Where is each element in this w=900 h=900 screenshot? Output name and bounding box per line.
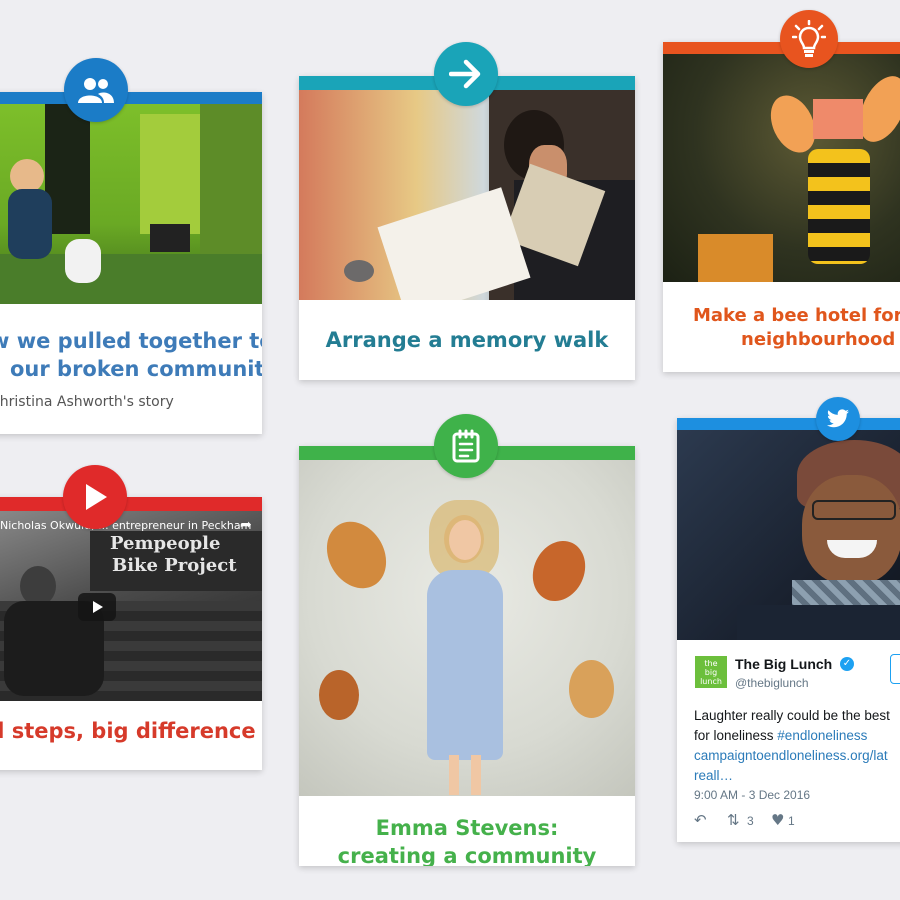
tweet-link-line2[interactable]: reall… — [694, 766, 900, 786]
card-title-line1[interactable]: Emma Stevens: — [299, 814, 635, 842]
tweet-body: Laughter really could be the best for lo… — [694, 706, 900, 786]
tweet-text-line2: for loneliness #endloneliness — [694, 726, 900, 746]
tweet-hashtag[interactable]: #endloneliness — [777, 728, 867, 743]
lightbulb-icon — [780, 10, 838, 68]
card-title-line2[interactable]: neighbourhood — [741, 326, 900, 354]
people-icon — [64, 58, 128, 122]
drawing-photo — [299, 90, 635, 300]
video-title[interactable]: Nicholas Okwulu, ... entrepreneur in Pec… — [0, 519, 251, 532]
card-byline: Christina Ashworth's story — [0, 394, 174, 410]
twitter-bird-icon — [816, 397, 860, 441]
like-count: 1 — [788, 814, 795, 828]
community-photo — [0, 104, 262, 304]
notepad-icon — [434, 414, 498, 478]
retweet-icon[interactable]: ⇅ — [727, 811, 740, 829]
idea-card-bee-hotel[interactable]: Make a bee hotel for y neighbourhood — [663, 42, 900, 372]
video-player[interactable]: Pempeople Bike Project Nicholas Okwulu, … — [0, 511, 262, 701]
tweet-handle[interactable]: @thebiglunch — [735, 676, 809, 690]
follow-button[interactable] — [890, 654, 900, 684]
video-card[interactable]: Pempeople Bike Project Nicholas Okwulu, … — [0, 497, 262, 770]
guitars-photo — [299, 460, 635, 796]
card-title-line2[interactable]: our broken community — [10, 355, 262, 383]
idea-card-memory-walk[interactable]: Arrange a memory walk — [299, 76, 635, 380]
video-sign-line1: Pempeople — [110, 533, 221, 554]
story-card-emma[interactable]: Emma Stevens: creating a community — [299, 446, 635, 866]
bee-photo — [663, 54, 900, 282]
verified-badge-icon: ✓ — [840, 657, 854, 671]
card-title-line2[interactable]: creating a community — [299, 842, 635, 866]
laughing-woman-photo — [677, 430, 900, 640]
card-title[interactable]: ll steps, big difference — [0, 717, 262, 745]
play-icon — [63, 465, 127, 529]
tweet-avatar[interactable]: the big lunch — [695, 656, 727, 688]
card-title-line1[interactable]: w we pulled together to — [0, 327, 262, 355]
share-icon[interactable]: ➦ — [240, 517, 252, 533]
tweet-text-line1: Laughter really could be the best — [694, 708, 890, 723]
like-icon[interactable]: ♥ — [771, 811, 784, 829]
card-color-bar — [677, 418, 900, 430]
tweet-card[interactable]: the big lunch The Big Lunch ✓ @thebiglun… — [677, 418, 900, 842]
card-title[interactable]: Arrange a memory walk — [299, 326, 635, 354]
tweet-author-name[interactable]: The Big Lunch — [735, 656, 832, 672]
tweet-link-line1[interactable]: campaigntoendloneliness.org/lat — [694, 746, 900, 766]
card-color-bar — [0, 497, 262, 511]
tweet-text-plain: for loneliness — [694, 728, 778, 743]
tweet-avatar-text: the big lunch — [700, 658, 722, 686]
video-play-button[interactable] — [78, 593, 116, 621]
card-color-bar — [0, 92, 262, 104]
retweet-count: 3 — [747, 814, 754, 828]
reply-icon[interactable]: ↶ — [694, 811, 707, 829]
arrow-right-icon — [434, 42, 498, 106]
tweet-timestamp[interactable]: 9:00 AM - 3 Dec 2016 — [694, 788, 810, 802]
video-sign-line2: Bike Project — [112, 555, 237, 576]
story-card-community[interactable]: w we pulled together to our broken commu… — [0, 92, 262, 434]
